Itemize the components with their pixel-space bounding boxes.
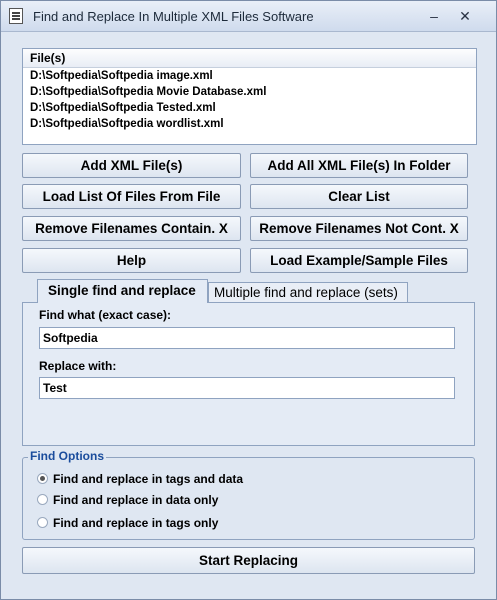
app-window: Find and Replace In Multiple XML Files S… (0, 0, 497, 600)
window-title: Find and Replace In Multiple XML Files S… (33, 9, 314, 24)
option-label: Find and replace in tags and data (53, 472, 244, 486)
list-item[interactable]: D:\Softpedia\Softpedia Movie Database.xm… (23, 84, 476, 100)
clear-list-button[interactable]: Clear List (250, 184, 468, 209)
replace-input[interactable]: Test (39, 377, 455, 399)
single-tab-panel: Find what (exact case): Softpedia Replac… (22, 302, 475, 446)
radio-unselected-icon[interactable] (37, 494, 48, 506)
start-replacing-button[interactable]: Start Replacing (22, 547, 475, 574)
radio-unselected-icon[interactable] (37, 517, 48, 529)
option-tags-and-data[interactable]: Find and replace in tags and data (37, 471, 243, 487)
find-input[interactable]: Softpedia (39, 327, 455, 349)
tab-multiple[interactable]: Multiple find and replace (sets) (208, 282, 408, 302)
add-xml-files-button[interactable]: Add XML File(s) (22, 153, 241, 178)
option-data-only[interactable]: Find and replace in data only (37, 492, 218, 508)
main-panel: File(s) D:\Softpedia\Softpedia image.xml… (9, 32, 488, 592)
option-tags-only[interactable]: Find and replace in tags only (37, 515, 218, 531)
close-icon[interactable]: ✕ (454, 7, 476, 25)
find-label: Find what (exact case): (39, 308, 172, 322)
list-item[interactable]: D:\Softpedia\Softpedia Tested.xml (23, 100, 476, 116)
help-button[interactable]: Help (22, 248, 241, 273)
list-item[interactable]: D:\Softpedia\Softpedia image.xml (23, 68, 476, 84)
add-all-in-folder-button[interactable]: Add All XML File(s) In Folder (250, 153, 468, 178)
find-options-group: Find Options Find and replace in tags an… (22, 449, 475, 540)
option-label: Find and replace in tags only (53, 516, 219, 530)
tab-single[interactable]: Single find and replace (37, 279, 208, 303)
app-icon (9, 8, 23, 24)
load-example-button[interactable]: Load Example/Sample Files (250, 248, 468, 273)
minimize-icon[interactable]: – (423, 7, 445, 25)
remove-not-contain-button[interactable]: Remove Filenames Not Cont. X (250, 216, 468, 241)
replace-label: Replace with: (39, 359, 117, 373)
list-item[interactable]: D:\Softpedia\Softpedia wordlist.xml (23, 116, 476, 132)
title-bar[interactable]: Find and Replace In Multiple XML Files S… (1, 1, 496, 32)
remove-contain-button[interactable]: Remove Filenames Contain. X (22, 216, 241, 241)
radio-selected-icon[interactable] (37, 473, 48, 485)
find-options-title: Find Options (28, 449, 106, 463)
load-list-button[interactable]: Load List Of Files From File (22, 184, 241, 209)
option-label: Find and replace in data only (53, 493, 219, 507)
file-list[interactable]: File(s) D:\Softpedia\Softpedia image.xml… (22, 48, 477, 145)
file-list-header[interactable]: File(s) (23, 49, 476, 68)
